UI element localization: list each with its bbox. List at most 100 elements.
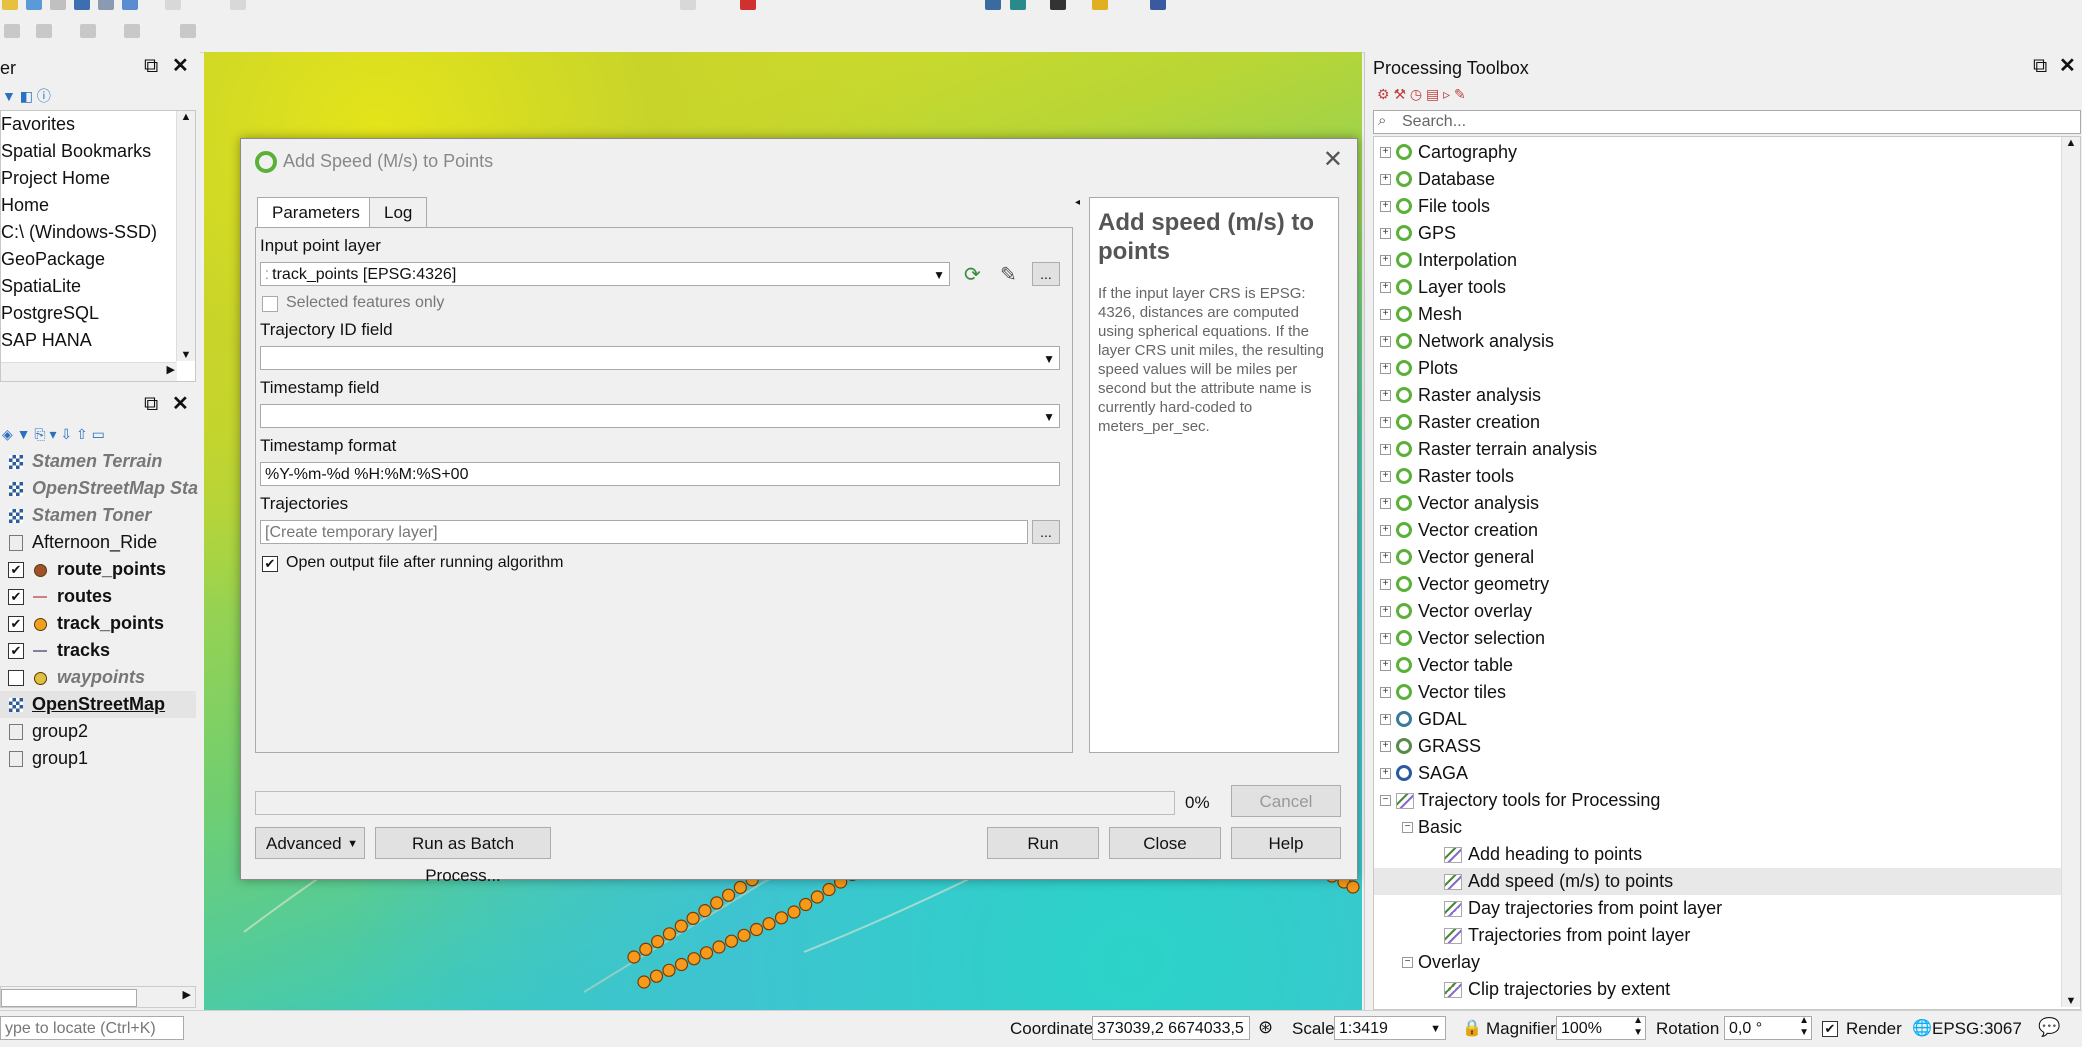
selected-only-checkbox[interactable]	[262, 296, 278, 312]
expand-icon[interactable]: +	[1380, 498, 1391, 509]
expand-icon[interactable]: +	[1380, 687, 1391, 698]
close-icon[interactable]: ✕	[172, 56, 189, 76]
layer-visibility-checkbox[interactable]: ✔	[8, 616, 24, 632]
toolbox-provider[interactable]: + Vector analysis	[1374, 490, 2062, 517]
browse-output-button[interactable]: ...	[1032, 520, 1060, 544]
layer-item[interactable]: ✔ route_points	[0, 556, 196, 583]
coordinate-input[interactable]: 373039,2 6674033,5	[1092, 1016, 1250, 1040]
run-batch-button[interactable]: Run as Batch Process...	[375, 827, 551, 885]
zoom-icon[interactable]	[36, 24, 52, 38]
layer-visibility-checkbox[interactable]	[8, 670, 24, 686]
open-output-checkbox[interactable]: ✔	[262, 556, 278, 572]
layer-item[interactable]: group1	[0, 745, 196, 772]
layer-visibility-checkbox[interactable]: ✔	[8, 643, 24, 659]
trajectories-output-input[interactable]: [Create temporary layer]	[260, 520, 1028, 544]
toolbox-provider[interactable]: + Raster creation	[1374, 409, 2062, 436]
expand-icon[interactable]: +	[1380, 390, 1391, 401]
trajectory-id-combo[interactable]: ▼	[260, 346, 1060, 370]
filter-icon[interactable]: ▼ ◧ ⓘ	[2, 86, 51, 106]
layer-item[interactable]: OpenStreetMap	[0, 691, 196, 718]
expand-icon[interactable]: +	[1380, 417, 1391, 428]
messages-icon[interactable]: 💬	[2038, 1017, 2060, 1038]
expand-icon[interactable]: +	[1380, 471, 1391, 482]
toolbox-provider[interactable]: + Vector creation	[1374, 517, 2062, 544]
toolbox-provider[interactable]: + Vector general	[1374, 544, 2062, 571]
expand-icon[interactable]: +	[1380, 444, 1391, 455]
toolbox-provider-trajectory[interactable]: − Trajectory tools for Processing	[1374, 787, 2062, 814]
browse-input-button[interactable]: ...	[1032, 262, 1060, 286]
node-tool-icon[interactable]	[230, 0, 246, 10]
toolbox-provider[interactable]: + Vector tiles	[1374, 679, 2062, 706]
algorithm-item[interactable]: Add speed (m/s) to points	[1374, 868, 2062, 895]
toolbox-provider[interactable]: + Vector table	[1374, 652, 2062, 679]
expand-icon[interactable]: +	[1380, 363, 1391, 374]
expand-icon[interactable]: +	[1380, 768, 1391, 779]
browser-item[interactable]: PostgreSQL	[1, 300, 195, 327]
algorithm-item[interactable]: Day trajectories from point layer	[1374, 895, 2062, 922]
toolbox-provider[interactable]: + Vector overlay	[1374, 598, 2062, 625]
layer-tools-icon[interactable]: ◈ ▼ ⎘ ▾ ⇩ ⇧ ▭	[2, 426, 105, 443]
new-layer-icon[interactable]	[2, 0, 18, 10]
tab-log[interactable]: Log	[369, 197, 428, 228]
collapse-icon[interactable]: −	[1402, 957, 1413, 968]
expand-icon[interactable]: +	[1380, 255, 1391, 266]
select-icon[interactable]	[1050, 0, 1066, 10]
expand-icon[interactable]: +	[1380, 552, 1391, 563]
browser-item[interactable]: Home	[1, 192, 195, 219]
layer-item[interactable]: Stamen Terrain	[0, 448, 196, 475]
layer-item[interactable]: waypoints	[0, 664, 196, 691]
toolbox-provider[interactable]: + File tools	[1374, 193, 2062, 220]
toolbox-scrollbar[interactable]: ▲ ▼	[2061, 137, 2080, 1007]
float-icon[interactable]: ⧉	[2033, 56, 2047, 76]
globe-icon[interactable]: 🌐	[1912, 1018, 1932, 1038]
deselect-icon[interactable]	[180, 24, 196, 38]
expand-icon[interactable]: +	[1380, 201, 1391, 212]
expand-icon[interactable]: +	[1380, 147, 1391, 158]
expand-icon[interactable]: +	[1380, 336, 1391, 347]
toolbox-provider[interactable]: + Network analysis	[1374, 328, 2062, 355]
expand-icon[interactable]: +	[1380, 228, 1391, 239]
layer-item[interactable]: group2	[0, 718, 196, 745]
select-feature-icon[interactable]	[124, 24, 140, 38]
browser-item[interactable]: SpatiaLite	[1, 273, 195, 300]
undo-icon[interactable]	[680, 0, 696, 10]
toolbox-provider[interactable]: + GDAL	[1374, 706, 2062, 733]
crs-button[interactable]: EPSG:3067	[1932, 1019, 2022, 1039]
field-calc-icon[interactable]	[98, 0, 114, 10]
add-layer-icon[interactable]	[26, 0, 42, 10]
browser-scrollbar[interactable]: ▲ ▼	[176, 111, 195, 361]
python-icon[interactable]	[1150, 0, 1166, 10]
wrench-icon[interactable]: ✎	[1000, 262, 1024, 286]
expand-icon[interactable]: +	[1380, 174, 1391, 185]
layer-item[interactable]: Afternoon_Ride	[0, 529, 196, 556]
toolbox-tools-icon[interactable]: ⚙ ⚒ ◷ ▤ ▹ ✎	[1377, 86, 1466, 103]
toolbox-provider[interactable]: + Vector selection	[1374, 625, 2062, 652]
close-icon[interactable]: ✕	[2059, 56, 2076, 76]
browser-item[interactable]: Project Home	[1, 165, 195, 192]
close-icon[interactable]: ✕	[172, 394, 189, 414]
browser-item[interactable]: C:\ (Windows-SSD)	[1, 219, 195, 246]
scale-combo[interactable]: 1:3419 ▼	[1334, 1016, 1446, 1040]
collapse-icon[interactable]: −	[1402, 822, 1413, 833]
toolbox-provider[interactable]: + GPS	[1374, 220, 2062, 247]
magnifier-spinbox[interactable]: 100% ▲ ▼	[1556, 1015, 1646, 1040]
close-icon[interactable]: ✕	[1323, 145, 1343, 174]
browser-tree[interactable]: Favorites Spatial Bookmarks Project Home Ho…	[0, 110, 196, 382]
toolbox-provider[interactable]: + Plots	[1374, 355, 2062, 382]
layer-item[interactable]: ✔ routes	[0, 583, 196, 610]
float-icon[interactable]: ⧉	[144, 56, 158, 76]
toolbox-provider[interactable]: + Cartography	[1374, 139, 2062, 166]
tab-parameters[interactable]: Parameters	[257, 197, 375, 228]
pin-icon[interactable]	[740, 0, 756, 10]
toolbox-provider[interactable]: + Raster tools	[1374, 463, 2062, 490]
toolbox-provider[interactable]: + Layer tools	[1374, 274, 2062, 301]
toolbox-search-input[interactable]: ⌕ Search...	[1373, 110, 2081, 134]
cancel-button[interactable]: Cancel	[1231, 785, 1341, 817]
collapse-icon[interactable]: −	[1380, 795, 1391, 806]
expand-icon[interactable]: +	[1380, 741, 1391, 752]
algorithm-item[interactable]: Clip trajectories by extent	[1374, 976, 2062, 1003]
expand-icon[interactable]: +	[1380, 714, 1391, 725]
expand-icon[interactable]: +	[1380, 579, 1391, 590]
layer-item[interactable]: ✔ tracks	[0, 637, 196, 664]
float-icon[interactable]: ⧉	[144, 394, 158, 414]
